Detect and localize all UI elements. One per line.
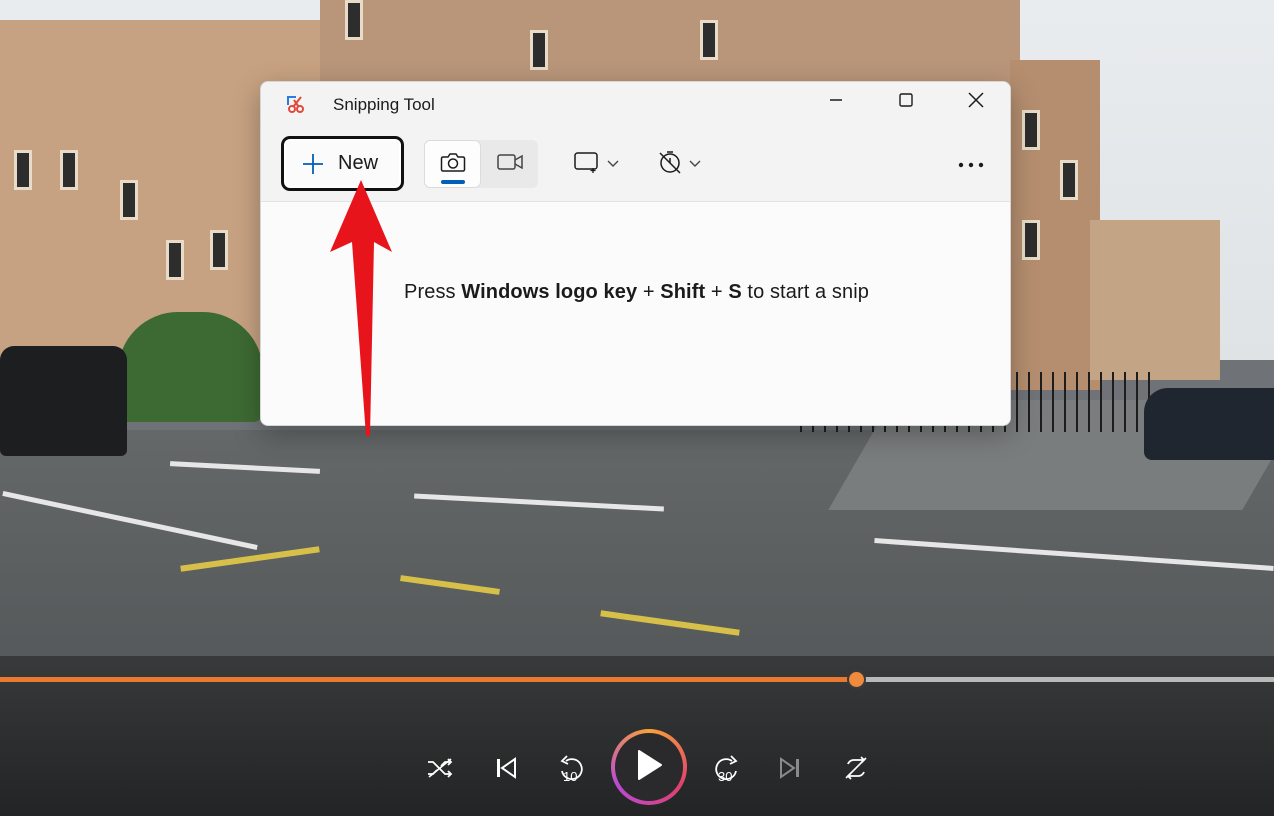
building-window <box>210 230 228 270</box>
hedge <box>118 312 263 422</box>
media-player-controls: 10 30 <box>0 656 1274 816</box>
building-window <box>166 240 184 280</box>
chevron-down-icon <box>689 155 701 173</box>
building-window <box>530 30 548 70</box>
skip-previous-icon <box>494 756 518 785</box>
hint-separator: + <box>637 281 661 303</box>
close-icon <box>967 91 985 114</box>
rewind-10-icon: 10 <box>558 755 586 785</box>
hint-text: to start a snip <box>741 281 869 303</box>
building-window <box>14 150 32 190</box>
capture-mode-toggle <box>424 140 538 188</box>
seek-bar-thumb[interactable] <box>847 670 867 689</box>
rewind-button[interactable]: 10 <box>550 748 594 792</box>
parked-car <box>1144 388 1274 460</box>
shuffle-button[interactable] <box>418 748 462 792</box>
hint-key-shift: Shift <box>660 281 706 303</box>
minimize-icon <box>828 92 844 113</box>
building-window <box>120 180 138 220</box>
play-button-face <box>615 733 683 801</box>
rewind-seconds-label: 10 <box>563 769 578 784</box>
close-button[interactable] <box>953 82 999 122</box>
snip-shape-dropdown[interactable] <box>565 140 627 188</box>
no-timer-icon <box>657 149 683 180</box>
next-button[interactable] <box>768 748 812 792</box>
repeat-off-icon <box>842 755 870 786</box>
hint-key-windows: Windows logo key <box>461 281 638 303</box>
skip-next-icon <box>778 756 802 785</box>
previous-button[interactable] <box>484 748 528 792</box>
building-window <box>1022 110 1040 150</box>
snipping-tool-app-icon <box>285 94 307 116</box>
hint-separator: + <box>705 281 729 303</box>
play-icon <box>634 749 664 786</box>
building-window <box>60 150 78 190</box>
camera-icon <box>440 151 466 178</box>
new-button-label: New <box>338 152 379 174</box>
building-window <box>345 0 363 40</box>
fast-forward-button[interactable]: 30 <box>704 748 748 792</box>
repeat-button[interactable] <box>834 748 878 792</box>
more-horizontal-icon <box>958 155 984 173</box>
plus-icon <box>302 153 324 175</box>
hint-text: Press <box>404 281 462 303</box>
building-window <box>1060 160 1078 200</box>
seek-bar-progress <box>0 677 857 682</box>
maximize-button[interactable] <box>883 82 929 122</box>
minimize-button[interactable] <box>813 82 859 122</box>
maximize-icon <box>898 92 914 113</box>
title-bar: Snipping Tool <box>261 82 1010 126</box>
hint-key-s: S <box>728 281 742 303</box>
seek-bar[interactable] <box>0 670 1274 689</box>
building-window <box>700 20 718 60</box>
play-button[interactable] <box>611 729 687 805</box>
selected-mode-indicator <box>441 180 465 184</box>
more-options-button[interactable] <box>951 146 991 182</box>
building-far <box>1090 220 1220 380</box>
forward-30-icon: 30 <box>712 755 740 785</box>
video-camera-icon <box>496 152 524 177</box>
window-title: Snipping Tool <box>333 95 435 114</box>
building-window <box>1022 220 1040 260</box>
video-mode-button[interactable] <box>481 140 538 188</box>
chevron-down-icon <box>607 155 619 173</box>
parked-suv <box>0 346 127 456</box>
red-arrow-annotation <box>330 180 392 436</box>
forward-seconds-label: 30 <box>718 769 733 784</box>
snip-delay-dropdown[interactable] <box>649 140 709 188</box>
rectangle-snip-icon <box>573 150 601 179</box>
shuffle-icon <box>426 756 454 785</box>
screenshot-mode-button[interactable] <box>424 140 481 188</box>
